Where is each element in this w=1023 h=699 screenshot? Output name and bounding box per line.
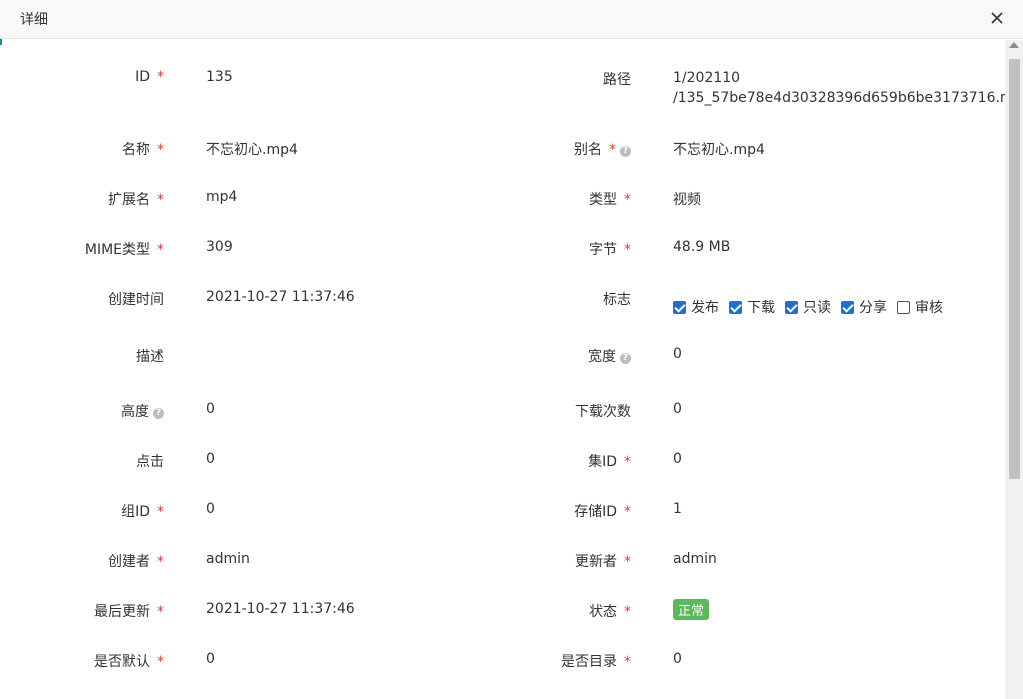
field-value-id: 135	[206, 69, 233, 85]
field-label-bytes: 字节 *	[589, 242, 631, 258]
field-label-last-updated: 最后更新 *	[94, 604, 164, 620]
field-value-height: 0	[206, 401, 215, 417]
field-value-clicks: 0	[206, 451, 215, 467]
field-label-name: 名称 *	[122, 142, 164, 158]
field-value-download-count: 0	[673, 401, 682, 417]
checkbox-checked-icon[interactable]	[673, 300, 686, 314]
field-value-creator: admin	[206, 551, 250, 567]
field-label-download-count: 下载次数	[575, 404, 631, 420]
field-label-height: 高度?	[4, 401, 164, 421]
field-value-updater: admin	[673, 551, 717, 567]
required-mark: *	[624, 554, 631, 570]
help-icon[interactable]: ?	[620, 353, 631, 364]
field-label-extension: 扩展名 *	[108, 192, 164, 208]
checkbox-review[interactable]: 审核	[897, 297, 943, 317]
field-value-is-default: 0	[206, 651, 215, 667]
scroll-up-arrow-icon[interactable]	[1009, 42, 1019, 48]
checkbox-checked-icon[interactable]	[785, 300, 798, 314]
vertical-scrollbar[interactable]	[1005, 40, 1023, 699]
field-label-type: 类型 *	[589, 192, 631, 208]
field-label-is-directory: 是否目录 *	[561, 654, 631, 670]
close-icon[interactable]	[987, 8, 1007, 28]
field-value-type: 视频	[673, 192, 701, 208]
field-value-status: 正常	[673, 599, 710, 620]
checkbox-publish[interactable]: 发布	[673, 297, 719, 317]
field-label-group-id: 组ID *	[121, 504, 164, 520]
checkbox-checked-icon[interactable]	[841, 300, 854, 314]
field-value-storage-id: 1	[673, 501, 682, 517]
field-label-clicks: 点击	[136, 454, 164, 470]
field-label-path: 路径	[603, 72, 631, 88]
field-label-status: 状态 *	[589, 604, 631, 620]
field-value-created-time: 2021-10-27 11:37:46	[206, 289, 355, 305]
field-value-mime: 309	[206, 239, 233, 255]
help-icon[interactable]: ?	[153, 408, 164, 419]
required-mark: *	[157, 192, 164, 208]
field-label-is-default: 是否默认 *	[94, 654, 164, 670]
field-value-set-id: 0	[673, 451, 682, 467]
checkbox-unchecked-icon[interactable]	[897, 300, 910, 314]
checkbox-share[interactable]: 分享	[841, 297, 887, 317]
required-mark: *	[157, 142, 164, 158]
field-value-bytes: 48.9 MB	[673, 239, 731, 255]
help-icon[interactable]: ?	[620, 146, 631, 157]
field-value-name: 不忘初心.mp4	[206, 142, 298, 158]
dialog-header: 详细	[0, 0, 1023, 39]
scrollbar-thumb[interactable]	[1009, 59, 1020, 479]
required-mark: *	[624, 242, 631, 258]
field-value-last-updated: 2021-10-27 11:37:46	[206, 601, 355, 617]
dialog-title: 详细	[20, 12, 48, 28]
field-value-extension: mp4	[206, 189, 238, 205]
checkbox-download[interactable]: 下载	[729, 297, 775, 317]
field-label-created-time: 创建时间	[108, 292, 164, 308]
checkbox-readonly[interactable]: 只读	[785, 297, 831, 317]
required-mark: *	[624, 192, 631, 208]
detail-form: ID * 135 路径 1/202110 /135_57be78e4d303283…	[0, 40, 1005, 699]
field-value-alias: 不忘初心.mp4	[673, 142, 765, 158]
required-mark: *	[157, 69, 164, 85]
required-mark: *	[624, 654, 631, 670]
field-label-creator: 创建者 *	[108, 554, 164, 570]
required-mark: *	[157, 654, 164, 670]
field-value-is-directory: 0	[673, 651, 682, 667]
field-value-group-id: 0	[206, 501, 215, 517]
required-mark: *	[157, 242, 164, 258]
status-badge: 正常	[673, 599, 710, 620]
required-mark: *	[624, 454, 631, 470]
field-label-id: ID *	[135, 69, 164, 85]
field-label-updater: 更新者 *	[575, 554, 631, 570]
field-value-path: 1/202110 /135_57be78e4d30328396d659b6be3…	[673, 70, 1005, 106]
checkbox-checked-icon[interactable]	[729, 300, 742, 314]
field-label-width: 宽度?	[471, 346, 631, 366]
required-mark: *	[609, 142, 616, 158]
field-label-alias: 别名 *?	[471, 139, 631, 159]
field-label-flags: 标志	[603, 292, 631, 308]
required-mark: *	[624, 504, 631, 520]
required-mark: *	[624, 604, 631, 620]
field-label-storage-id: 存储ID *	[574, 504, 631, 520]
flags-checkbox-group: 发布 下载 只读 分享 审核	[673, 297, 953, 317]
required-mark: *	[157, 554, 164, 570]
field-label-description: 描述	[136, 349, 164, 365]
required-mark: *	[157, 504, 164, 520]
field-label-set-id: 集ID *	[588, 454, 631, 470]
required-mark: *	[157, 604, 164, 620]
field-label-mime: MIME类型 *	[84, 242, 164, 258]
field-value-width: 0	[673, 346, 682, 362]
